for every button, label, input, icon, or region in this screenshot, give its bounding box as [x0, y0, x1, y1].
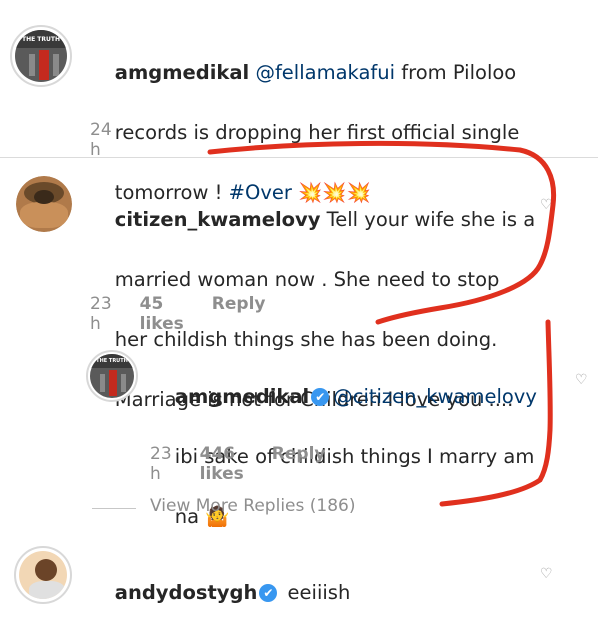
like-heart-icon[interactable]: ♡	[540, 197, 554, 213]
avatar[interactable]	[14, 546, 72, 604]
view-more-replies-button[interactable]: View More Replies (186)	[150, 496, 355, 516]
avatar[interactable]: THE TRUTH	[86, 350, 138, 402]
divider	[0, 157, 598, 158]
avatar-label: THE TRUTH	[21, 36, 60, 43]
reply-button[interactable]: Reply	[272, 444, 326, 484]
verified-badge-icon: ✔	[259, 584, 278, 602]
comment-username[interactable]: amgmedikal	[175, 385, 309, 408]
comment-time: 24 h	[90, 120, 112, 160]
avatar[interactable]	[16, 176, 72, 232]
comment-time: 23 h	[150, 444, 172, 484]
comment-meta: 23 h 446 likes Reply	[150, 444, 326, 484]
comment-line: records is dropping her first official s…	[114, 121, 520, 144]
mention-link[interactable]: @citizen_kwamelovy	[333, 385, 537, 408]
comment-time: 23 h	[90, 294, 112, 334]
comment-line: Tell your wife she is a	[320, 208, 536, 231]
comment-line: from Piloloo	[395, 61, 517, 84]
view-more-line	[92, 508, 136, 509]
verified-badge-icon: ✔	[311, 388, 330, 406]
comment-line: eeiiish	[287, 581, 351, 604]
comment-username[interactable]: andydostygh	[115, 581, 258, 604]
mention-link[interactable]: @fellamakafui	[255, 61, 395, 84]
comment-username[interactable]: amgmedikal	[115, 61, 249, 84]
comment-username[interactable]: citizen_kwamelovy	[115, 208, 321, 231]
like-heart-icon[interactable]: ♡	[540, 566, 554, 582]
comment-line: married woman now . She need to stop	[114, 268, 500, 291]
avatar[interactable]: THE TRUTH	[10, 25, 72, 87]
like-heart-icon[interactable]: ♡	[575, 372, 589, 388]
reply-button[interactable]: Reply	[212, 294, 266, 334]
avatar-label: THE TRUTH	[96, 358, 128, 364]
comment-meta: 24 h	[90, 120, 112, 160]
comment-text: andydostygh ✔ eeiiish	[90, 548, 570, 638]
comment-meta: 23 h 45 likes Reply	[90, 294, 266, 334]
likes-count[interactable]: 45 likes	[140, 294, 184, 334]
likes-count[interactable]: 446 likes	[200, 444, 244, 484]
